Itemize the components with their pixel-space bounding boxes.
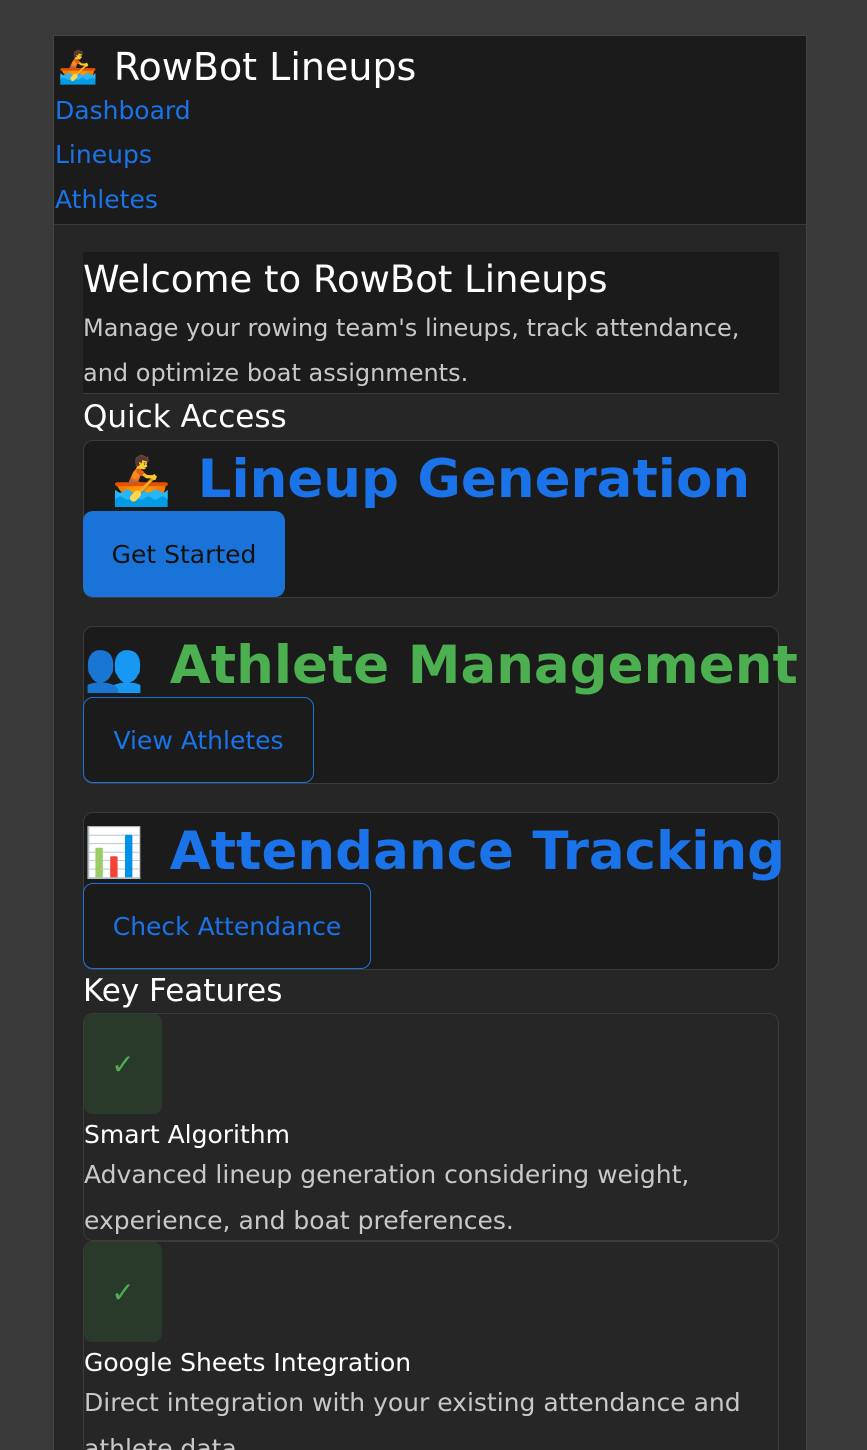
- people-icon: 👥: [84, 639, 144, 695]
- card-title-text: Athlete Management: [169, 635, 798, 696]
- nav-link-lineups[interactable]: Lineups: [55, 140, 152, 169]
- welcome-subtitle: Manage your rowing team's lineups, track…: [83, 314, 740, 387]
- card-title-text: Attendance Tracking: [169, 821, 786, 882]
- feature-card-google-sheets: ✓ Google Sheets Integration Direct integ…: [83, 1241, 779, 1450]
- checkmark-icon: ✓: [84, 1014, 162, 1114]
- quick-access-card-lineups: 🚣 Lineup Generation Get Started: [83, 440, 779, 598]
- brand[interactable]: 🚣 RowBot Lineups: [58, 42, 416, 92]
- check-attendance-button[interactable]: Check Attendance: [83, 883, 371, 969]
- card-title-lineups: 🚣 Lineup Generation: [84, 449, 778, 510]
- feature-title: Smart Algorithm: [84, 1120, 291, 1149]
- rowing-boat-icon: 🚣: [111, 453, 172, 509]
- feature-description: Direct integration with your existing at…: [84, 1388, 741, 1450]
- bar-chart-icon: 📊: [84, 825, 144, 881]
- feature-title: Google Sheets Integration: [84, 1348, 412, 1377]
- brand-title: RowBot Lineups: [113, 45, 417, 89]
- view-athletes-button[interactable]: View Athletes: [83, 697, 314, 783]
- nav-link-athletes[interactable]: Athletes: [55, 185, 158, 214]
- feature-card-smart-algorithm: ✓ Smart Algorithm Advanced lineup genera…: [83, 1013, 779, 1241]
- welcome-panel: Welcome to RowBot Lineups Manage your ro…: [83, 252, 779, 394]
- feature-description: Advanced lineup generation considering w…: [84, 1160, 690, 1235]
- card-title-athletes: 👥 Athlete Management: [84, 635, 798, 696]
- get-started-button[interactable]: Get Started: [83, 511, 285, 597]
- quick-access-card-athletes: 👥 Athlete Management View Athletes: [83, 626, 798, 784]
- key-features-title: Key Features: [83, 973, 283, 1009]
- card-title-text: Lineup Generation: [197, 449, 751, 510]
- app-header: 🚣 RowBot Lineups Dashboard Lineups Athle…: [54, 36, 806, 225]
- quick-access-card-attendance: 📊 Attendance Tracking Check Attendance: [83, 812, 785, 970]
- app-frame: 🚣 RowBot Lineups Dashboard Lineups Athle…: [53, 35, 807, 1450]
- welcome-title: Welcome to RowBot Lineups: [83, 258, 608, 301]
- quick-access-title: Quick Access: [83, 399, 287, 435]
- checkmark-icon: ✓: [84, 1242, 162, 1342]
- card-title-attendance: 📊 Attendance Tracking: [84, 821, 785, 882]
- rowing-boat-icon: 🚣: [58, 48, 98, 86]
- nav-link-dashboard[interactable]: Dashboard: [55, 96, 191, 125]
